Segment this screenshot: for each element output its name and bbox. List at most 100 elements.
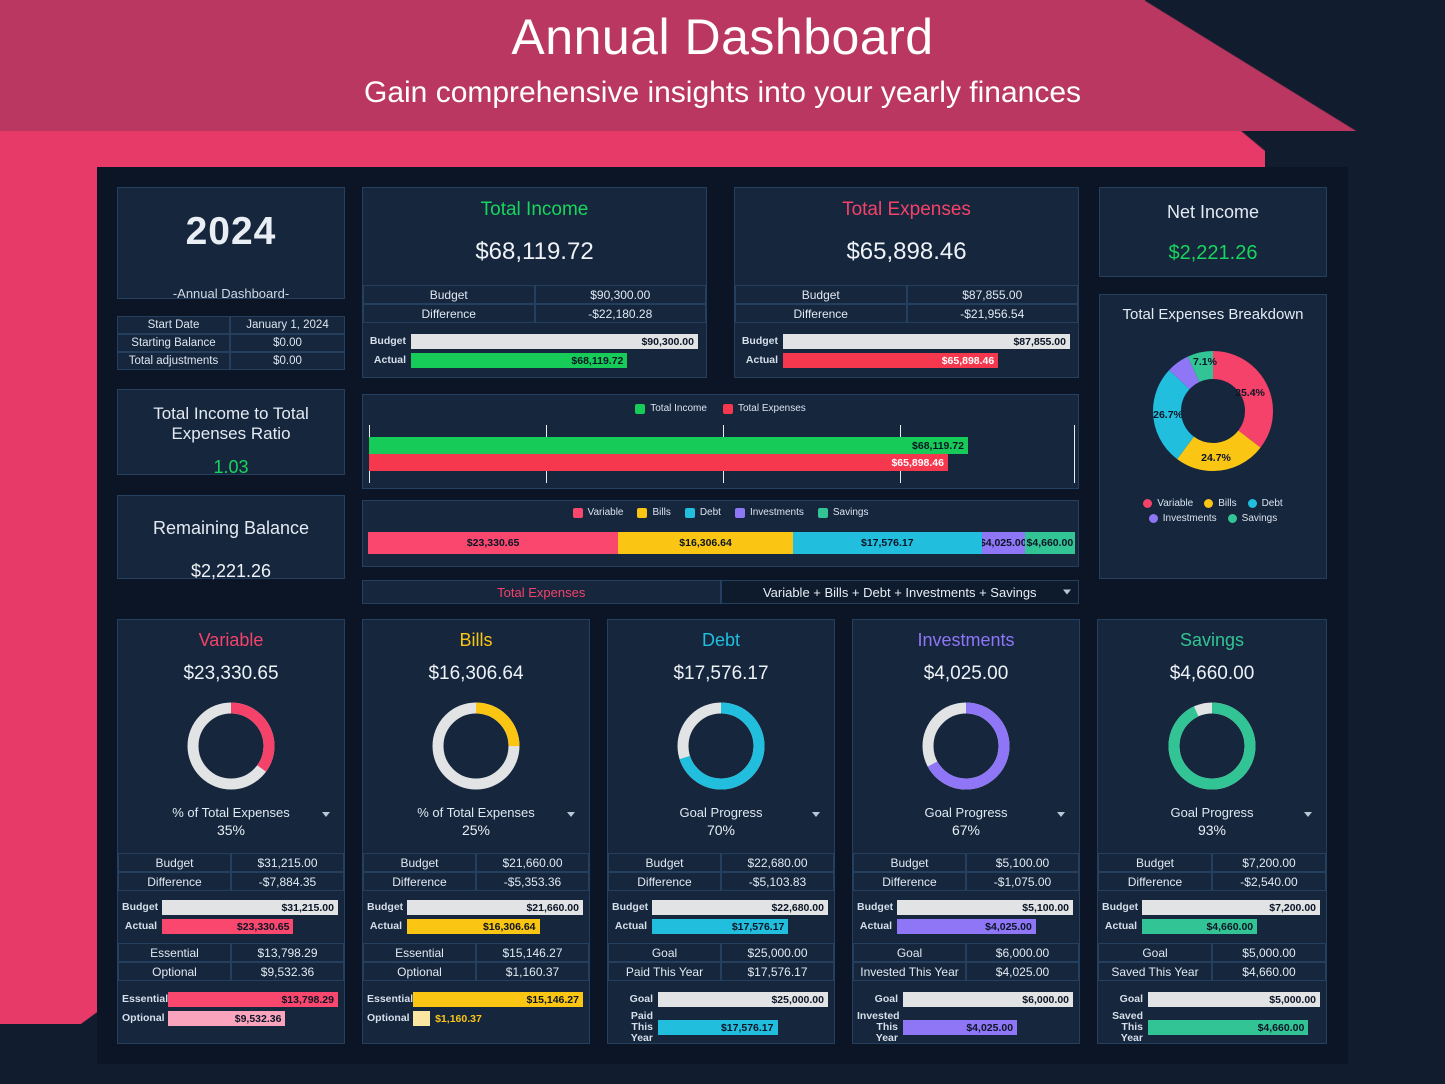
savings-saved-bar-track: $4,660.00 <box>1148 1020 1320 1036</box>
table-row: Start Date January 1, 2024 <box>117 316 345 334</box>
stacked-bar-track: $23,330.65 $16,306.64 $17,576.17 $4,025.… <box>368 532 1075 554</box>
variable-metric-label: % of Total Expenses <box>172 805 290 820</box>
savings-goal-bar-fill: $5,000.00 <box>1148 992 1320 1007</box>
bills-optional-value: $1,160.37 <box>476 962 589 981</box>
expenses-budget-bar-fill: $87,855.00 <box>783 334 1070 349</box>
debt-actual-bar-label: Actual <box>614 919 647 932</box>
bills-card-amount: $16,306.64 <box>428 663 524 684</box>
debt-paid-bar-track: $17,576.17 <box>658 1020 828 1036</box>
debt-color-swatch <box>684 507 695 518</box>
stack-segment-debt: $17,576.17 <box>792 532 982 554</box>
bills-actual-bar-row: Actual $16,306.64 <box>367 919 583 934</box>
investments-actual-bar-fill: $4,025.00 <box>897 919 1036 934</box>
bills-essential-bar-row: Essential $15,146.27 <box>367 992 583 1007</box>
investments-metric-block[interactable]: Goal Progress 67% <box>853 805 1079 838</box>
bills-color-swatch <box>637 507 648 518</box>
savings-saved-bar-row: Saved This Year $4,660.00 <box>1102 1010 1320 1045</box>
savings-saved-label: Saved This Year <box>1098 962 1212 981</box>
savings-budget-bar-fill: $7,200.00 <box>1142 900 1320 915</box>
variable-optional-label: Optional <box>118 962 231 981</box>
debt-goal-value: $25,000.00 <box>721 943 834 962</box>
bills-essential-bar-label: Essential <box>367 992 414 1005</box>
debt-budget-table: Budget $22,680.00 Difference -$5,103.83 <box>608 853 834 891</box>
remaining-balance-panel: Remaining Balance $2,221.26 <box>117 495 345 581</box>
selector-dropdown-value: Variable + Bills + Debt + Investments + … <box>762 584 1037 600</box>
income-difference-value: -$22,180.28 <box>534 304 706 323</box>
chevron-down-icon[interactable] <box>812 812 820 817</box>
variable-ring-chart <box>183 698 279 794</box>
total-adjustments-value: $0.00 <box>230 352 345 370</box>
chevron-down-icon[interactable] <box>1063 589 1071 595</box>
investments-goal-bar-fill: $6,000.00 <box>903 992 1073 1007</box>
debt-color-dot <box>1247 499 1257 508</box>
bills-bars-group-2: Essential $15,146.27 Optional $1,160.37 <box>363 981 589 1026</box>
variable-actual-bar-fill: $23,330.65 <box>162 919 294 934</box>
bills-metric-block[interactable]: % of Total Expenses 25% <box>363 805 589 838</box>
remaining-balance-value: $2,221.26 <box>190 561 272 581</box>
bills-ring-svg <box>432 702 520 790</box>
savings-bars-group-1: Budget $7,200.00 Actual $4,660.00 <box>1098 891 1326 934</box>
savings-saved-bar-label: Saved This Year <box>1112 1010 1143 1045</box>
table-row: Budget $7,200.00 <box>1098 853 1326 872</box>
variable-essential-bar-row: Essential $13,798.29 <box>122 992 338 1007</box>
bills-optional-bar-label: Optional <box>367 1011 410 1024</box>
chevron-down-icon[interactable] <box>322 812 330 817</box>
variable-budget-label: Budget <box>118 853 231 872</box>
investments-invested-label: Invested This Year <box>853 962 966 981</box>
selector-row-inner[interactable]: Total Expenses Variable + Bills + Debt +… <box>362 580 1079 604</box>
legend-item-debt: Debt <box>684 507 721 518</box>
category-card-investments: Investments $4,025.00 Goal Progress 67% … <box>852 619 1080 1044</box>
savings-goal-bar-track: $5,000.00 <box>1148 992 1320 1007</box>
total-income-amount: $68,119.72 <box>475 238 594 265</box>
expenses-actual-bar-track: $65,898.46 <box>783 353 1070 368</box>
savings-ring-svg <box>1168 702 1256 790</box>
variable-budget-value: $31,215.00 <box>231 853 344 872</box>
table-row: Budget $87,855.00 <box>735 285 1078 304</box>
table-row: Difference -$2,540.00 <box>1098 872 1326 891</box>
variable-metric-block[interactable]: % of Total Expenses 35% <box>118 805 344 838</box>
savings-metric-block[interactable]: Goal Progress 93% <box>1098 805 1326 838</box>
total-expenses-color-swatch <box>722 403 733 414</box>
legend-label: Debt <box>1261 498 1283 509</box>
expenses-selector-row[interactable]: Total Expenses Variable + Bills + Debt +… <box>362 580 1079 604</box>
debt-budget-bar-label: Budget <box>612 900 649 913</box>
selector-dropdown[interactable]: Variable + Bills + Debt + Investments + … <box>720 580 1079 604</box>
expenses-stacked-bar-panel: Variable Bills Debt Investments Savings <box>362 500 1079 567</box>
chevron-down-icon[interactable] <box>1304 812 1312 817</box>
variable-essential-value: $13,798.29 <box>231 943 344 962</box>
bills-difference-label: Difference <box>363 872 476 891</box>
investments-actual-bar-track: $4,025.00 <box>897 919 1073 934</box>
investments-budget-bar-fill: $5,100.00 <box>897 900 1073 915</box>
debt-goal-bar-fill: $25,000.00 <box>658 992 828 1007</box>
variable-color-swatch <box>572 507 583 518</box>
chevron-down-icon[interactable] <box>1057 812 1065 817</box>
legend-item-bills: Bills <box>1204 498 1237 509</box>
expenses-actual-bar-fill: $65,898.46 <box>783 353 999 368</box>
income-budget-bar-fill: $90,300.00 <box>411 334 698 349</box>
debt-budget-value: $22,680.00 <box>721 853 834 872</box>
debt-card-title: Debt <box>701 630 741 650</box>
savings-saved-bar-fill: $4,660.00 <box>1148 1020 1309 1036</box>
legend-label: Savings <box>832 507 869 518</box>
investments-budget-bar-track: $5,100.00 <box>897 900 1073 915</box>
chevron-down-icon[interactable] <box>567 812 575 817</box>
bills-essential-bar-track: $15,146.27 <box>413 992 583 1007</box>
remaining-balance-title: Remaining Balance <box>152 518 310 538</box>
savings-actual-bar-row: Actual $4,660.00 <box>1102 919 1320 934</box>
bills-bars-group-1: Budget $21,660.00 Actual $16,306.64 <box>363 891 589 934</box>
stack-segment-variable: $23,330.65 <box>368 532 619 554</box>
investments-budget-table: Budget $5,100.00 Difference -$1,075.00 <box>853 853 1079 891</box>
table-row: Starting Balance $0.00 <box>117 334 345 352</box>
debt-bars-group-1: Budget $22,680.00 Actual $17,576.17 <box>608 891 834 934</box>
savings-difference-label: Difference <box>1098 872 1212 891</box>
savings-actual-bar-fill: $4,660.00 <box>1142 919 1258 934</box>
debt-budget-bar-track: $22,680.00 <box>652 900 828 915</box>
investments-invested-bar-track: $4,025.00 <box>903 1020 1073 1036</box>
table-row: Difference -$21,956.54 <box>735 304 1078 323</box>
variable-difference-label: Difference <box>118 872 231 891</box>
variable-card-amount: $23,330.65 <box>183 663 279 684</box>
savings-budget-table: Budget $7,200.00 Difference -$2,540.00 <box>1098 853 1326 891</box>
total-expenses-table: Budget $87,855.00 Difference -$21,956.54 <box>735 285 1078 323</box>
debt-metric-block[interactable]: Goal Progress 70% <box>608 805 834 838</box>
savings-goal-table: Goal $5,000.00 Saved This Year $4,660.00 <box>1098 943 1326 981</box>
